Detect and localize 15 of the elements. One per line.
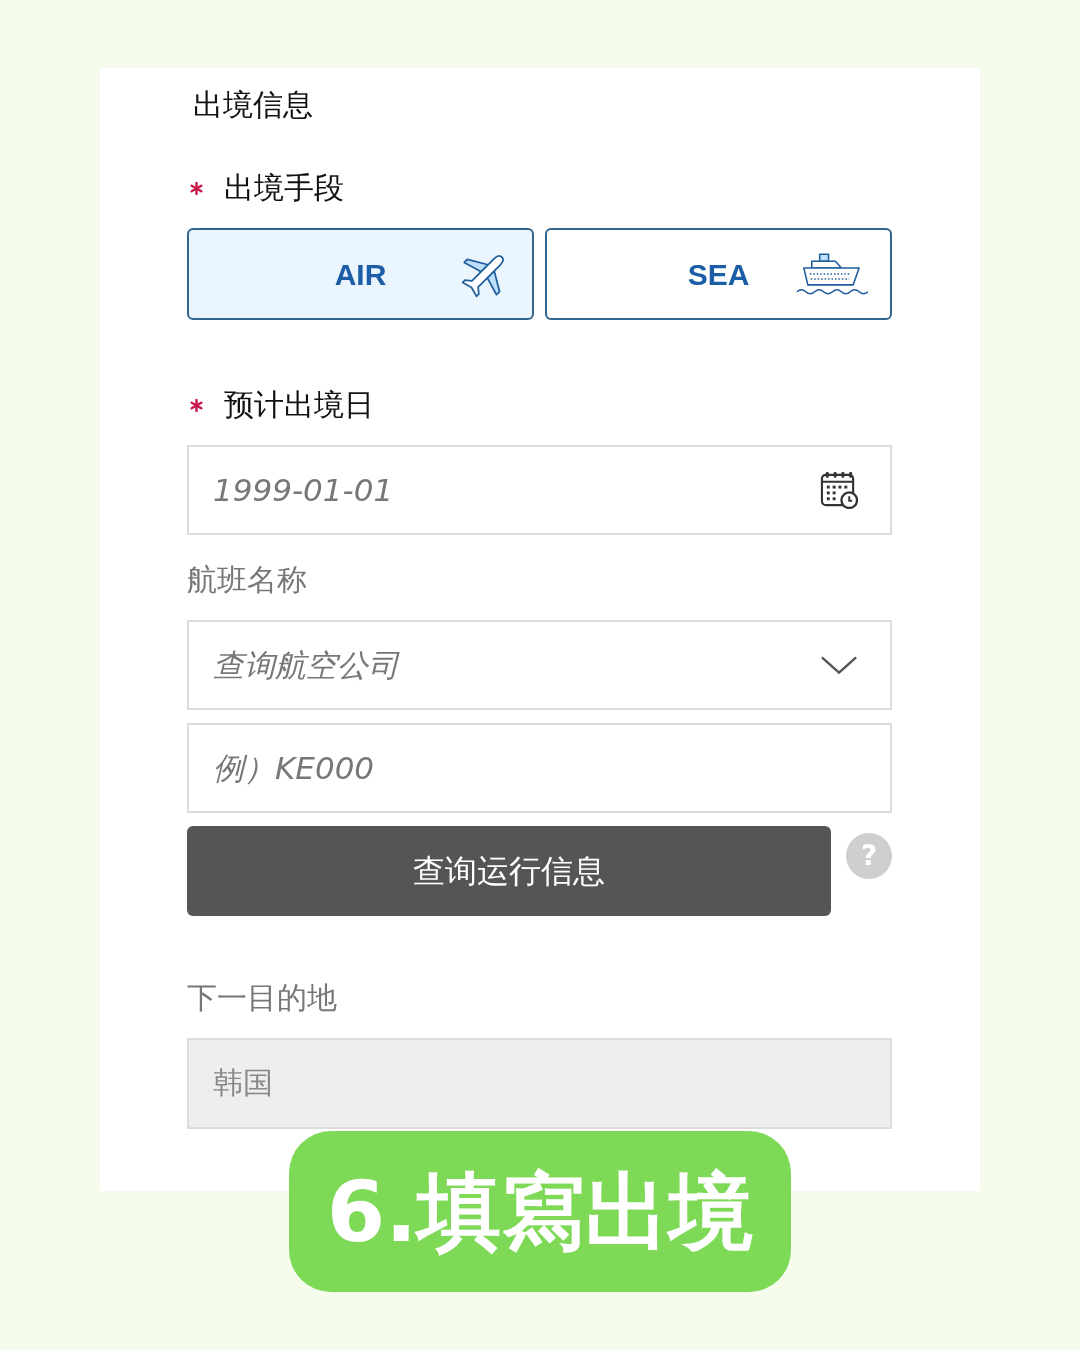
airline-select[interactable]: 查询航空公司 bbox=[187, 620, 892, 710]
chevron-down-icon bbox=[820, 655, 858, 675]
field-label: 预计出境日 bbox=[224, 386, 374, 424]
transport-option[interactable]: AIR bbox=[187, 228, 534, 320]
field-label: 出境手段 bbox=[224, 169, 344, 207]
section-title: 出境信息 bbox=[193, 86, 314, 124]
field-label: 下一目的地 bbox=[187, 979, 337, 1017]
step-banner: 6.填寫出境 bbox=[289, 1131, 791, 1292]
lookup-button[interactable]: 查询运行信息 bbox=[187, 826, 831, 916]
flight-number-field[interactable]: 例）KE000 bbox=[187, 723, 892, 813]
calendar-icon bbox=[820, 471, 858, 509]
ship-icon bbox=[796, 251, 868, 297]
date-field[interactable]: 1999-01-01 bbox=[187, 445, 892, 535]
field-label: 航班名称 bbox=[187, 561, 307, 599]
transport-option[interactable]: SEA bbox=[545, 228, 892, 320]
